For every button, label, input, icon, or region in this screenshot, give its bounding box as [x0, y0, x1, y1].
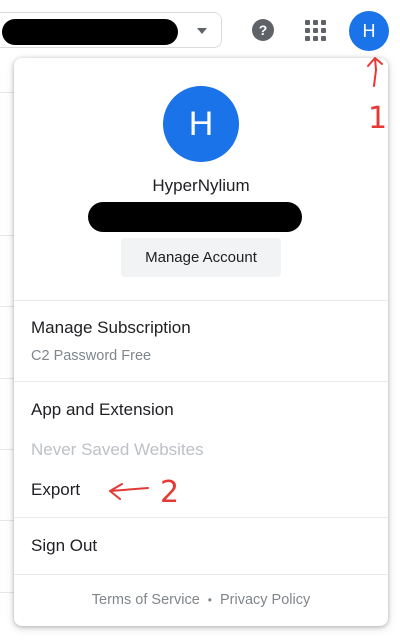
footer: Terms of Service • Privacy Policy: [14, 592, 388, 608]
background-divider: [0, 306, 14, 307]
manage-account-button[interactable]: Manage Account: [121, 238, 281, 277]
help-icon[interactable]: ?: [252, 19, 274, 41]
terms-of-service-link[interactable]: Terms of Service: [92, 592, 200, 608]
account-selector[interactable]: [0, 12, 222, 48]
never-saved-websites-item: Never Saved Websites: [31, 440, 204, 459]
footer-separator: •: [207, 593, 212, 607]
manage-subscription-item[interactable]: Manage Subscription: [31, 318, 191, 338]
account-avatar-button[interactable]: H: [349, 11, 389, 51]
divider: [14, 381, 388, 382]
apps-grid-icon[interactable]: [305, 20, 326, 41]
divider: [14, 300, 388, 301]
background-divider: [0, 592, 14, 593]
divider: [14, 574, 388, 575]
sign-out-item[interactable]: Sign Out: [31, 536, 97, 556]
redacted-email: [88, 202, 302, 232]
background-divider: [0, 378, 14, 379]
page: ? H H HyperNylium Manage Account Manage …: [0, 0, 400, 640]
plan-text: C2 Password Free: [31, 348, 152, 364]
redacted-account-name: [2, 19, 178, 45]
background-divider: [0, 520, 14, 521]
account-dropdown: H HyperNylium Manage Account Manage Subs…: [14, 58, 388, 626]
user-name: HyperNylium: [152, 176, 250, 195]
divider: [14, 517, 388, 518]
export-item[interactable]: Export: [31, 480, 80, 500]
background-divider: [0, 235, 14, 236]
profile-avatar: H: [163, 86, 239, 162]
app-and-extension-item[interactable]: App and Extension: [31, 400, 174, 420]
chevron-down-icon: [197, 28, 207, 34]
background-divider: [0, 92, 14, 93]
privacy-policy-link[interactable]: Privacy Policy: [220, 592, 310, 608]
background-divider: [0, 449, 14, 450]
